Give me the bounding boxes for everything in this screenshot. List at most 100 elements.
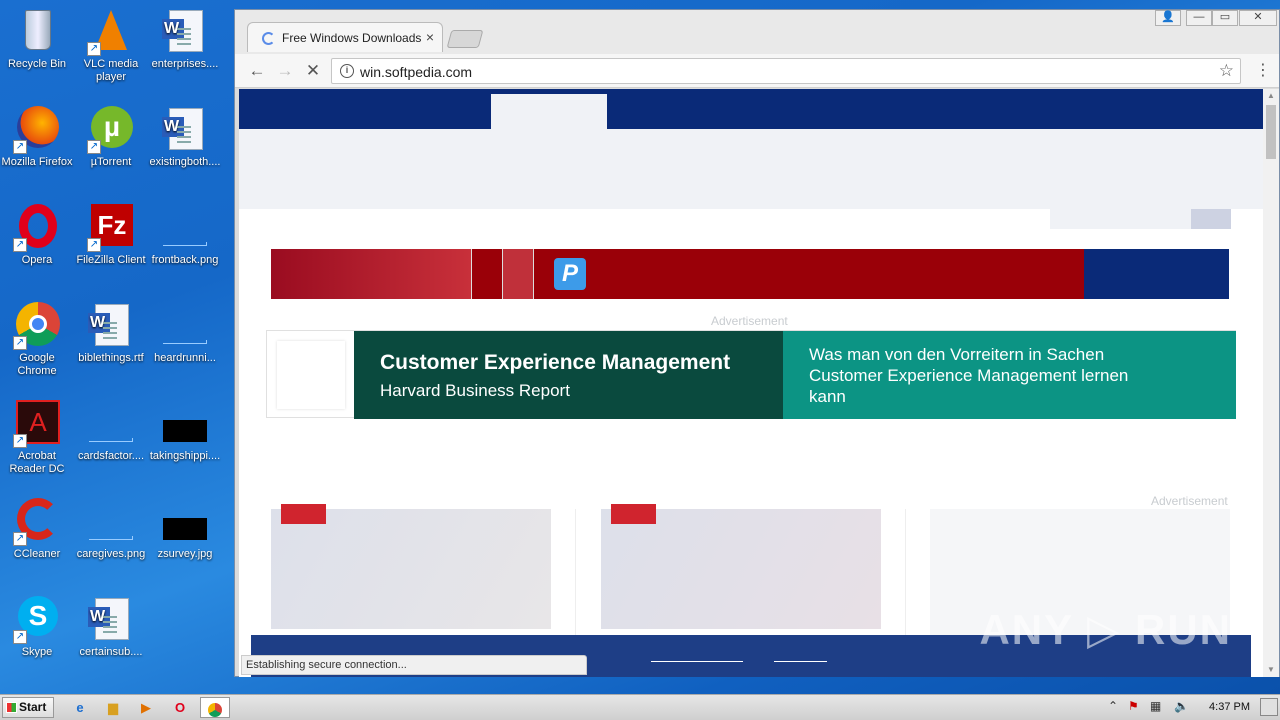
desktop-icon-skype[interactable]: S ↗ Skype <box>0 596 74 659</box>
desktop-icon-label: Google Chrome <box>17 352 57 377</box>
desktop-icon-label: biblethings.rtf <box>78 352 144 364</box>
banner-gradient <box>271 249 471 299</box>
utorrent-icon: µ ↗ <box>87 106 135 154</box>
close-button[interactable]: ✕ <box>1239 10 1277 26</box>
desktop-icon-acrobat[interactable]: A ↗ Acrobat Reader DC <box>0 400 74 476</box>
profile-button[interactable]: 👤 <box>1155 10 1181 26</box>
chrome-window: Free Windows Downloads × 👤 — ▭ ✕ ← → ✕ i… <box>234 9 1280 677</box>
file-explorer-icon[interactable]: ▆ <box>101 697 125 718</box>
address-bar[interactable]: i win.softpedia.com ☆ <box>331 58 1241 84</box>
desktop-icon-label: existingboth.... <box>149 156 221 168</box>
start-button[interactable]: Start <box>2 697 54 718</box>
article-card[interactable] <box>601 509 881 629</box>
ad-logo-placeholder <box>277 341 345 409</box>
minimize-button[interactable]: — <box>1186 10 1212 26</box>
footer-link-placeholder[interactable] <box>651 661 743 662</box>
shortcut-arrow-icon: ↗ <box>13 532 27 546</box>
volume-icon[interactable]: 🔈 <box>1174 699 1189 713</box>
nav-tab-placeholder[interactable] <box>491 94 607 130</box>
word-document-icon <box>87 302 135 350</box>
footer-link-placeholder[interactable] <box>774 661 827 662</box>
loading-spinner-icon <box>262 32 275 45</box>
tray-expand-icon[interactable]: ⌃ <box>1108 699 1118 713</box>
system-tray: ⌃ ⚑ ▦ 🔈 4:37 PM <box>1104 695 1280 720</box>
shortcut-arrow-icon: ↗ <box>87 238 101 252</box>
skype-icon: S ↗ <box>13 596 61 644</box>
desktop-icon-recycle-bin[interactable]: Recycle Bin <box>0 8 74 71</box>
desktop-icon-label: frontback.png <box>151 254 219 266</box>
forward-icon[interactable]: → <box>275 61 295 81</box>
image-file-icon <box>161 204 209 252</box>
desktop-icon-label: FileZilla Client <box>76 254 146 266</box>
taskbar: Start e ▆ ▶ O ⌃ ⚑ ▦ 🔈 4:37 PM <box>0 694 1280 720</box>
desktop-icon-label: Mozilla Firefox <box>1 156 73 168</box>
action-center-flag-icon[interactable]: ⚑ <box>1128 699 1139 713</box>
stop-loading-icon[interactable]: ✕ <box>303 61 323 81</box>
tab-free-windows-downloads[interactable]: Free Windows Downloads × <box>247 22 443 52</box>
search-placeholder[interactable] <box>1050 209 1191 229</box>
desktop-icon-zsurvey-jpg[interactable]: zsurvey.jpg <box>148 498 222 561</box>
desktop-icon-enterprises-doc[interactable]: enterprises.... <box>148 8 222 71</box>
desktop-icon-takingshippi[interactable]: takingshippi.... <box>148 400 222 463</box>
desktop-icon-filezilla[interactable]: Fz ↗ FileZilla Client <box>74 204 148 267</box>
page-viewport: P Advertisement Customer Experience Mana… <box>239 89 1263 677</box>
desktop-icon-vlc[interactable]: ↗ VLC media player <box>74 8 148 84</box>
desktop-icon-label: CCleaner <box>13 548 61 560</box>
desktop-icon-label: zsurvey.jpg <box>157 548 213 560</box>
desktop-icon-biblethings-rtf[interactable]: biblethings.rtf <box>74 302 148 365</box>
shortcut-arrow-icon: ↗ <box>87 140 101 154</box>
bookmark-star-icon[interactable]: ☆ <box>1219 61 1234 81</box>
desktop-icon-frontback-png[interactable]: frontback.png <box>148 204 222 267</box>
desktop-icon-ccleaner[interactable]: ↗ CCleaner <box>0 498 74 561</box>
new-tab-button[interactable] <box>446 30 484 48</box>
advertisement-label: Advertisement <box>1151 494 1228 508</box>
back-icon[interactable]: ← <box>247 61 267 81</box>
desktop-icon-cardsfactor[interactable]: cardsfactor.... <box>74 400 148 463</box>
desktop-icon-firefox[interactable]: ↗ Mozilla Firefox <box>0 106 74 169</box>
desktop-icon-label: heardrunni... <box>154 352 216 364</box>
recycle-bin-icon <box>13 8 61 56</box>
show-desktop-button[interactable] <box>1260 698 1278 716</box>
desktop-icon-label: Recycle Bin <box>7 58 67 70</box>
desktop-icon-label: Opera <box>21 254 53 266</box>
desktop-icon-opera[interactable]: ↗ Opera <box>0 204 74 267</box>
scroll-up-icon[interactable]: ▲ <box>1263 89 1279 103</box>
browser-toolbar: ← → ✕ i win.softpedia.com ☆ ⋮ <box>235 54 1279 88</box>
desktop-icon-label: enterprises.... <box>151 58 219 70</box>
scrollbar-thumb[interactable] <box>1266 105 1276 159</box>
shortcut-arrow-icon: ↗ <box>13 238 27 252</box>
desktop-icon-label: Skype <box>21 646 53 658</box>
internet-explorer-icon[interactable]: e <box>68 697 92 718</box>
site-info-icon[interactable]: i <box>340 64 354 78</box>
cxm-ad[interactable]: Customer Experience Management Harvard B… <box>266 330 1236 419</box>
clock[interactable]: 4:37 PM <box>1209 701 1250 713</box>
tab-close-icon[interactable]: × <box>426 29 434 45</box>
shortcut-arrow-icon: ↗ <box>13 140 27 154</box>
title-bar: Free Windows Downloads × 👤 — ▭ ✕ <box>235 10 1279 54</box>
restore-button[interactable]: ▭ <box>1212 10 1238 26</box>
ccleaner-icon: ↗ <box>13 498 61 546</box>
article-card[interactable] <box>271 509 551 629</box>
vlc-icon: ↗ <box>87 8 135 56</box>
promo-banner[interactable]: P <box>271 249 1229 299</box>
desktop-icon-existingboth-doc[interactable]: existingboth.... <box>148 106 222 169</box>
tab-title: Free Windows Downloads <box>282 31 422 45</box>
vertical-scrollbar[interactable]: ▲ ▼ <box>1263 89 1279 677</box>
image-file-icon <box>161 400 209 448</box>
desktop-icon-caregives-png[interactable]: caregives.png <box>74 498 148 561</box>
media-player-icon[interactable]: ▶ <box>134 697 158 718</box>
menu-dots-icon[interactable]: ⋮ <box>1255 61 1271 81</box>
shortcut-arrow-icon: ↗ <box>13 434 27 448</box>
search-button-placeholder[interactable] <box>1191 209 1231 229</box>
desktop-icon-certainsub-doc[interactable]: certainsub.... <box>74 596 148 659</box>
desktop-icon-utorrent[interactable]: µ ↗ µTorrent <box>74 106 148 169</box>
network-icon[interactable]: ▦ <box>1150 699 1161 713</box>
image-file-icon <box>161 498 209 546</box>
shortcut-arrow-icon: ↗ <box>87 42 101 56</box>
scroll-down-icon[interactable]: ▼ <box>1263 663 1279 677</box>
desktop-icon-heardrunni[interactable]: heardrunni... <box>148 302 222 365</box>
cxm-dark-panel: Customer Experience Management Harvard B… <box>354 331 783 419</box>
opera-taskbar-icon[interactable]: O <box>168 697 192 718</box>
desktop-icon-chrome[interactable]: ↗ Google Chrome <box>0 302 74 378</box>
chrome-taskbar-icon[interactable] <box>200 697 230 718</box>
